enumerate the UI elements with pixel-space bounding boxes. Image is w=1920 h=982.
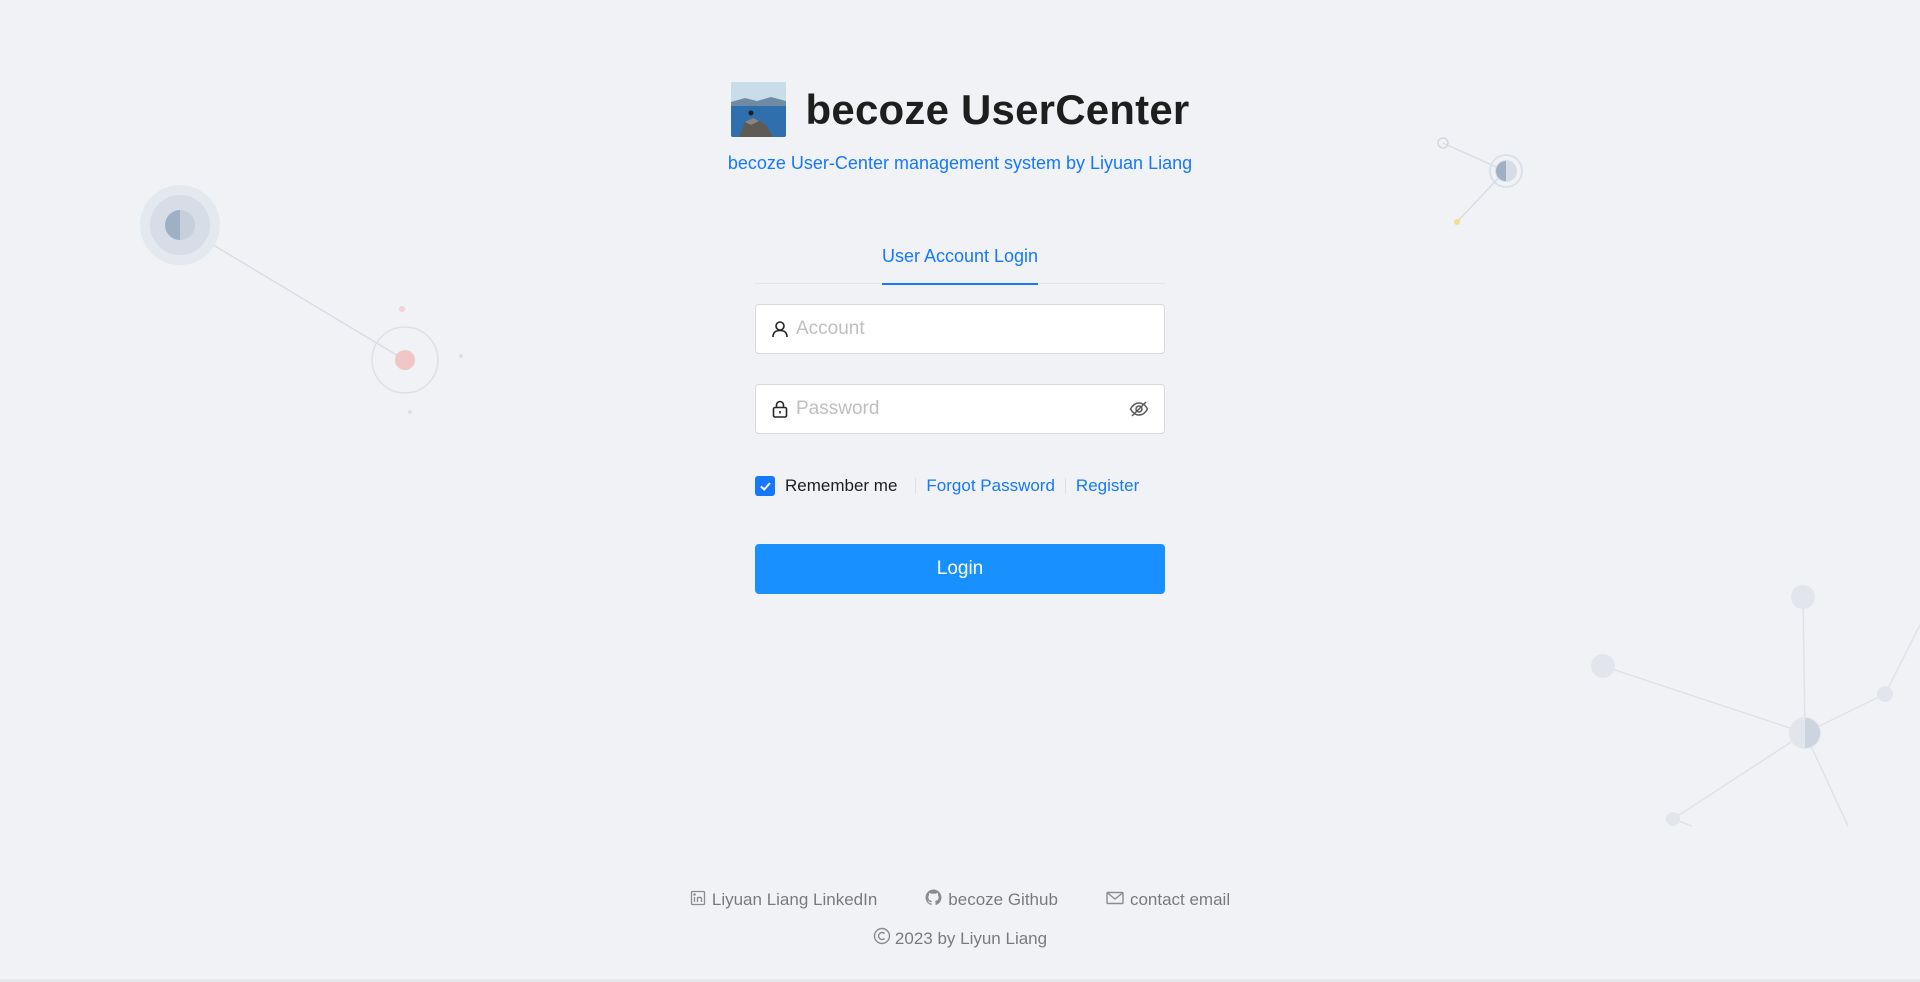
remember-label[interactable]: Remember me	[785, 476, 897, 496]
github-link[interactable]: becoze Github	[925, 889, 1058, 911]
forgot-password-link[interactable]: Forgot Password	[926, 476, 1055, 496]
copyright-text: 2023 by Liyun Liang	[894, 928, 1048, 948]
account-field	[755, 304, 1165, 354]
copyright: 2023 by Liyun Liang	[873, 927, 1047, 950]
lock-icon	[770, 399, 790, 419]
github-icon	[925, 889, 942, 911]
login-form: User Account Login Account Remember me F…	[755, 232, 1165, 594]
title-row: becoze UserCenter	[0, 82, 1920, 137]
github-label: becoze Github	[948, 890, 1058, 909]
copyright-icon	[873, 927, 891, 950]
login-button[interactable]: Login	[755, 544, 1165, 594]
login-options: Remember me Forgot Password Register	[755, 474, 1165, 498]
password-field	[755, 384, 1165, 434]
footer: Liyuan Liang LinkedIn becoze Github cont…	[0, 889, 1920, 950]
app-title: becoze UserCenter	[805, 85, 1190, 133]
linkedin-label: Liyuan Liang LinkedIn	[711, 890, 878, 909]
tab-user-account-login[interactable]: User Account Login	[881, 232, 1039, 285]
footer-links: Liyuan Liang LinkedIn becoze Github cont…	[0, 889, 1920, 911]
account-input[interactable]	[796, 318, 1150, 340]
register-link[interactable]: Register	[1076, 476, 1139, 496]
page-header: becoze UserCenter becoze User-Center man…	[0, 82, 1920, 174]
remember-checkbox[interactable]	[755, 476, 775, 496]
subtitle: becoze User-Center management system by …	[727, 153, 1193, 173]
logo	[730, 82, 786, 137]
linkedin-link[interactable]: Liyuan Liang LinkedIn	[690, 889, 877, 911]
login-tabs: User Account Login	[755, 232, 1165, 285]
divider	[915, 478, 917, 494]
email-label: contact email	[1129, 890, 1231, 909]
mail-icon	[1106, 890, 1124, 911]
user-icon	[770, 319, 790, 339]
linkedin-icon	[690, 890, 706, 911]
password-input[interactable]	[796, 398, 1128, 420]
email-link[interactable]: contact email	[1106, 889, 1230, 911]
divider	[1064, 478, 1066, 494]
eye-invisible-icon[interactable]	[1128, 398, 1150, 420]
